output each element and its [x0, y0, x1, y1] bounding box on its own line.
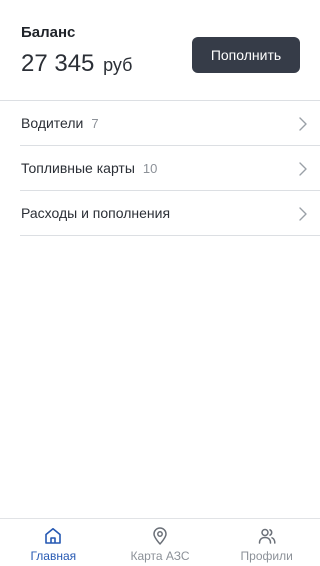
menu-item-label: Расходы и пополнения [21, 205, 171, 221]
users-icon [258, 528, 276, 544]
tab-label: Главная [30, 549, 77, 563]
balance-value: 27 345 [21, 50, 95, 77]
menu-item-count: 7 [91, 115, 99, 131]
menu-item-label: Топливные карты [21, 160, 135, 176]
chevron-right-icon [299, 162, 307, 176]
tab-label: Профили [240, 549, 293, 563]
bottom-tab-bar: Главная Карта АЗС Профили [0, 518, 320, 566]
tab-gas-station-map[interactable]: Карта АЗС [107, 519, 214, 566]
menu-item-fuel-cards[interactable]: Топливные карты 10 [20, 146, 320, 191]
tab-profiles[interactable]: Профили [213, 519, 320, 566]
menu-item-count: 10 [142, 160, 158, 176]
topup-button[interactable]: Пополнить [192, 37, 300, 73]
home-screen: Баланс 27 345 руб Пополнить Водители 7 Т… [0, 0, 320, 566]
balance-currency: руб [103, 55, 133, 75]
menu-item-expenses[interactable]: Расходы и пополнения [20, 191, 320, 236]
chevron-right-icon [299, 117, 307, 131]
menu-list: Водители 7 Топливные карты 10 Расходы и … [20, 101, 320, 236]
map-pin-icon [153, 527, 167, 545]
menu-item-label: Водители [21, 115, 84, 131]
tab-home[interactable]: Главная [0, 519, 107, 566]
balance-header: Баланс 27 345 руб Пополнить [0, 0, 320, 100]
tab-label: Карта АЗС [130, 549, 190, 563]
balance-label: Баланс [21, 24, 76, 41]
home-icon [45, 528, 62, 544]
balance-amount: 27 345 руб [21, 50, 132, 78]
chevron-right-icon [299, 207, 307, 221]
menu-item-drivers[interactable]: Водители 7 [20, 101, 320, 146]
